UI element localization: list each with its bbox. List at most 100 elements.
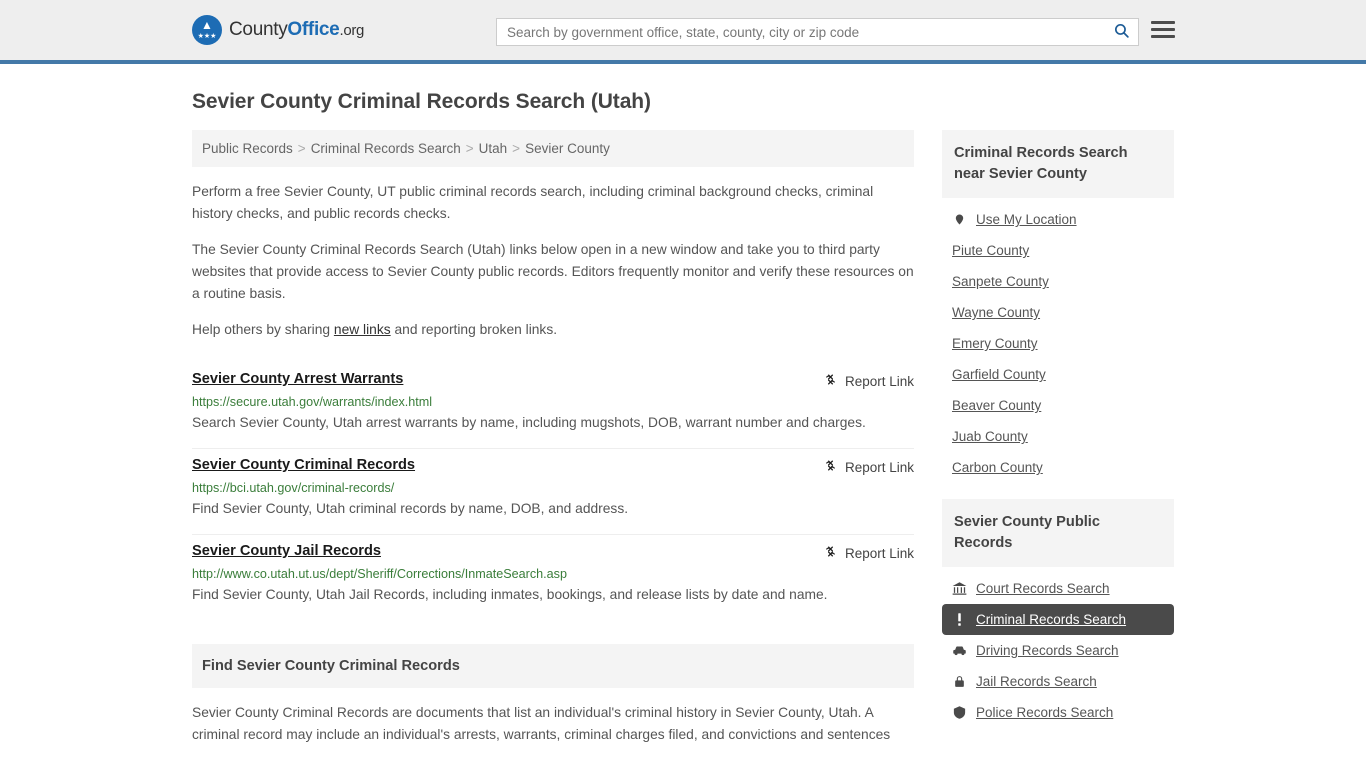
nearby-counties-list: Use My Location Piute County Sanpete Count… <box>942 198 1174 485</box>
breadcrumb: Public Records > Criminal Records Search > U… <box>192 130 914 167</box>
nearby-county-label: Use My Location <box>976 212 1077 227</box>
breadcrumb-item[interactable]: Public Records <box>202 141 293 156</box>
resource-link-url[interactable]: https://secure.utah.gov/warrants/index.h… <box>192 395 914 409</box>
breadcrumb-item[interactable]: Sevier County <box>525 141 610 156</box>
public-record-row[interactable]: Court Records Search <box>942 573 1174 604</box>
nearby-county-row[interactable]: Garfield County <box>942 359 1174 390</box>
resource-link-list: Sevier County Arrest Warrants Report Link… <box>192 363 914 620</box>
nearby-county-row[interactable]: Beaver County <box>942 390 1174 421</box>
nearby-county-label: Piute County <box>952 243 1030 258</box>
page-container: Sevier County Criminal Records Search (U… <box>0 90 1366 746</box>
search-bar[interactable] <box>496 18 1139 46</box>
nearby-county-label: Wayne County <box>952 305 1041 320</box>
resource-link-header: Sevier County Criminal Records Report Lin… <box>192 457 914 476</box>
public-records-list: Court Records Search Criminal Records Sea… <box>942 567 1174 730</box>
broken-link-icon <box>823 458 838 476</box>
search-input[interactable] <box>497 19 1104 45</box>
logo-text: CountyOffice.org <box>229 19 364 41</box>
resource-link-url[interactable]: https://bci.utah.gov/criminal-records/ <box>192 481 914 495</box>
share-links-paragraph: Help others by sharing new links and rep… <box>192 319 914 341</box>
nearby-county-row[interactable]: Emery County <box>942 328 1174 359</box>
resource-link-item: Sevier County Criminal Records Report Lin… <box>192 449 914 535</box>
breadcrumb-item[interactable]: Utah <box>479 141 508 156</box>
new-links-link[interactable]: new links <box>334 322 391 337</box>
intro-paragraph-2: The Sevier County Criminal Records Searc… <box>192 242 914 301</box>
resource-link-url[interactable]: http://www.co.utah.ut.us/dept/Sheriff/Co… <box>192 567 914 581</box>
search-icon <box>1113 22 1130 42</box>
logo-text-part2: Office <box>287 19 340 40</box>
find-records-heading: Find Sevier County Criminal Records <box>192 644 914 688</box>
nearby-county-label: Carbon County <box>952 460 1043 475</box>
public-record-label: Court Records Search <box>976 581 1110 596</box>
broken-link-icon <box>823 544 838 562</box>
public-record-label: Criminal Records Search <box>976 612 1127 627</box>
public-record-label: Jail Records Search <box>976 674 1097 689</box>
find-records-body: Sevier County Criminal Records are docum… <box>192 702 914 746</box>
nearby-county-row[interactable]: Juab County <box>942 421 1174 452</box>
resource-link-description: Find Sevier County, Utah Jail Records, i… <box>192 587 828 602</box>
breadcrumb-item[interactable]: Criminal Records Search <box>311 141 461 156</box>
public-record-row[interactable]: Police Records Search <box>942 697 1174 728</box>
broken-link-icon <box>823 372 838 390</box>
nearby-county-row[interactable]: Carbon County <box>942 452 1174 483</box>
resource-link-description: Find Sevier County, Utah criminal record… <box>192 501 629 516</box>
logo-text-part1: County <box>229 19 288 40</box>
resource-link-title[interactable]: Sevier County Arrest Warrants <box>192 371 403 387</box>
resource-link-title[interactable]: Sevier County Criminal Records <box>192 457 415 473</box>
intro-section: Perform a free Sevier County, UT public … <box>192 181 914 341</box>
report-link-label: Report Link <box>844 373 914 389</box>
public-records-heading: Sevier County Public Records <box>942 499 1174 567</box>
intro-paragraph-1: Perform a free Sevier County, UT public … <box>192 184 874 221</box>
sidebar: Criminal Records Search near Sevier Coun… <box>942 130 1174 744</box>
map-pin-icon <box>952 212 967 227</box>
public-record-label: Driving Records Search <box>976 643 1119 658</box>
find-records-text: Sevier County Criminal Records are docum… <box>192 705 891 742</box>
nearby-county-label: Sanpete County <box>952 274 1049 289</box>
lock-icon <box>952 674 967 689</box>
share-prefix: Help others by sharing <box>192 322 334 337</box>
resource-link-item: Sevier County Jail Records Report Link htt… <box>192 535 914 620</box>
nearby-county-label: Garfield County <box>952 367 1046 382</box>
report-link-button[interactable]: Report Link <box>823 371 914 390</box>
car-icon <box>952 643 967 658</box>
resource-link-item: Sevier County Arrest Warrants Report Link… <box>192 363 914 449</box>
share-suffix: and reporting broken links. <box>390 322 558 337</box>
public-record-row[interactable]: Criminal Records Search <box>942 604 1174 635</box>
hamburger-bar <box>1151 28 1175 31</box>
public-records-card: Sevier County Public Records Court Recor… <box>942 499 1174 730</box>
public-record-row[interactable]: Driving Records Search <box>942 635 1174 666</box>
report-link-button[interactable]: Report Link <box>823 543 914 562</box>
nearby-county-row[interactable]: Sanpete County <box>942 266 1174 297</box>
resource-link-header: Sevier County Arrest Warrants Report Link <box>192 371 914 390</box>
breadcrumb-separator: > <box>512 141 521 156</box>
hamburger-bar <box>1151 35 1175 38</box>
nearby-county-label: Juab County <box>952 429 1028 444</box>
site-logo[interactable]: ▲ ★★★ CountyOffice.org <box>192 15 364 45</box>
exclamation-icon <box>952 612 967 627</box>
content-columns: Public Records > Criminal Records Search > U… <box>192 130 1174 746</box>
nearby-county-row[interactable]: Wayne County <box>942 297 1174 328</box>
nearby-county-row[interactable]: Use My Location <box>942 204 1174 235</box>
courthouse-icon <box>952 581 967 596</box>
search-button[interactable] <box>1104 19 1138 45</box>
nearby-counties-heading: Criminal Records Search near Sevier Coun… <box>942 130 1174 198</box>
eagle-seal-icon: ▲ ★★★ <box>192 15 222 45</box>
report-link-label: Report Link <box>844 545 914 561</box>
page-title: Sevier County Criminal Records Search (U… <box>192 90 651 113</box>
nearby-counties-card: Criminal Records Search near Sevier Coun… <box>942 130 1174 485</box>
public-record-row[interactable]: Jail Records Search <box>942 666 1174 697</box>
hamburger-menu-icon[interactable] <box>1151 21 1175 38</box>
nearby-county-row[interactable]: Piute County <box>942 235 1174 266</box>
resource-link-description: Search Sevier County, Utah arrest warran… <box>192 415 866 430</box>
police-badge-icon <box>952 705 967 720</box>
report-link-button[interactable]: Report Link <box>823 457 914 476</box>
logo-text-part3: .org <box>339 22 365 39</box>
site-header: ▲ ★★★ CountyOffice.org <box>0 0 1366 64</box>
resource-link-title[interactable]: Sevier County Jail Records <box>192 543 381 559</box>
nearby-county-label: Emery County <box>952 336 1038 351</box>
report-link-label: Report Link <box>844 459 914 475</box>
nearby-county-label: Beaver County <box>952 398 1042 413</box>
breadcrumb-separator: > <box>297 141 306 156</box>
resource-link-header: Sevier County Jail Records Report Link <box>192 543 914 562</box>
hamburger-bar <box>1151 21 1175 24</box>
